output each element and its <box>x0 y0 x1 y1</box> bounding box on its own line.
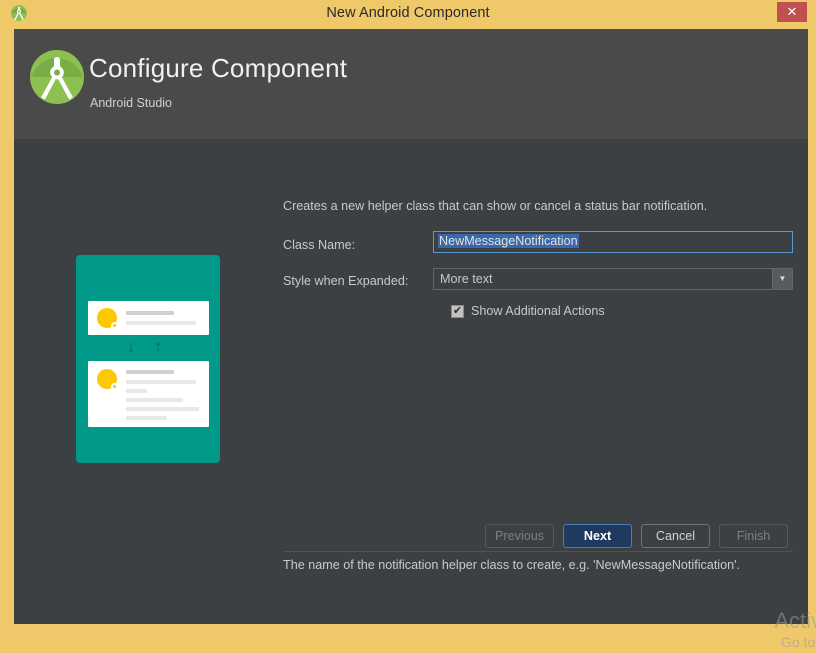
watermark-line-2: Go to <box>781 634 816 650</box>
show-additional-actions-label: Show Additional Actions <box>471 304 605 318</box>
placeholder-line <box>126 370 174 374</box>
notification-card-collapsed <box>88 301 209 335</box>
description-text: Creates a new helper class that can show… <box>283 199 708 213</box>
placeholder-line <box>126 389 147 393</box>
next-button[interactable]: Next <box>563 524 632 548</box>
previous-button[interactable]: Previous <box>485 524 554 548</box>
close-button[interactable]: ✕ <box>777 2 807 22</box>
placeholder-line <box>126 321 196 325</box>
avatar <box>97 369 118 390</box>
dialog-window: New Android Component ✕ Configure Compon… <box>0 0 816 653</box>
notification-illustration: ↓ ↑ <box>76 255 220 463</box>
checkmark-icon: ✔ <box>451 305 464 318</box>
titlebar: New Android Component ✕ <box>0 0 816 26</box>
dialog-body: Configure Component Android Studio Creat… <box>14 29 808 624</box>
dialog-header: Configure Component Android Studio <box>14 29 808 139</box>
cancel-button[interactable]: Cancel <box>641 524 710 548</box>
android-studio-logo <box>29 49 85 105</box>
class-name-value: NewMessageNotification <box>438 234 579 248</box>
expand-collapse-arrows: ↓ ↑ <box>126 337 170 356</box>
style-when-expanded-select[interactable]: More text ▼ <box>433 268 793 290</box>
class-name-label: Class Name: <box>283 238 356 252</box>
placeholder-line <box>126 416 167 420</box>
window-title: New Android Component <box>326 5 490 21</box>
style-when-expanded-value: More text <box>440 272 493 286</box>
avatar <box>97 308 118 329</box>
style-when-expanded-label: Style when Expanded: <box>283 274 409 288</box>
chevron-down-icon[interactable]: ▼ <box>772 269 792 289</box>
placeholder-line <box>126 398 183 402</box>
placeholder-line <box>126 311 174 315</box>
button-bar: Previous Next Cancel Finish <box>14 514 808 570</box>
placeholder-line <box>126 380 196 384</box>
notification-card-expanded <box>88 361 209 427</box>
page-title: Configure Component <box>89 53 348 83</box>
placeholder-line <box>126 407 199 411</box>
page-subtitle: Android Studio <box>90 96 173 110</box>
finish-button[interactable]: Finish <box>719 524 788 548</box>
class-name-input[interactable]: NewMessageNotification <box>433 231 793 253</box>
